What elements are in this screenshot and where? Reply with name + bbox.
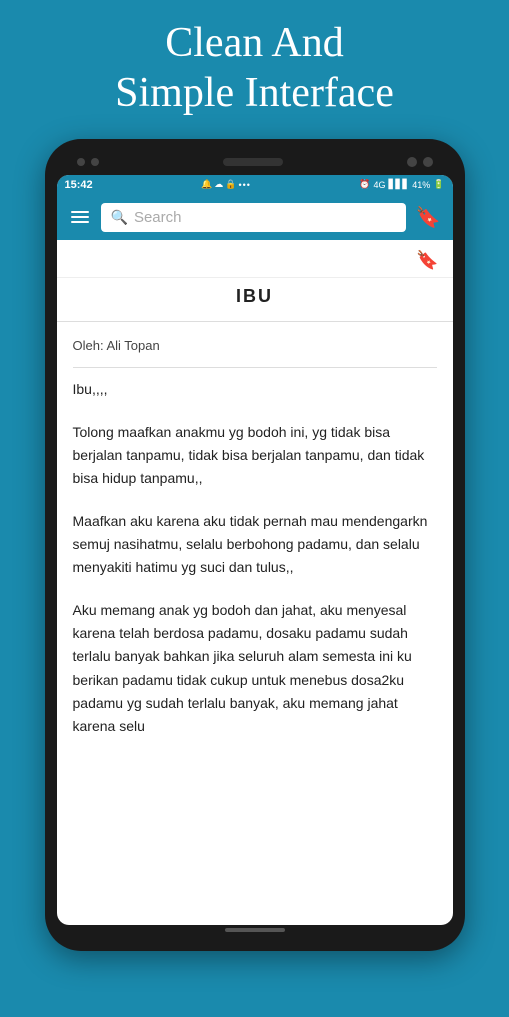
home-indicator (225, 928, 285, 932)
poem-bookmark-icon[interactable]: 🔖 (416, 250, 438, 271)
poem-author: Oleh: Ali Topan (73, 336, 437, 368)
poem-title: IBU (57, 278, 453, 322)
status-dots: ••• (238, 180, 250, 190)
content-area: 🔖 IBU Oleh: Ali Topan Ibu,,,, Tolong maa… (57, 240, 453, 772)
sensor-dot-2 (423, 157, 433, 167)
search-bar[interactable]: 🔍 Search (101, 203, 406, 232)
status-signal: 4G (373, 180, 385, 190)
hamburger-line-1 (71, 211, 89, 213)
phone-bottom-bar (57, 925, 453, 939)
header-title: Clean AndSimple Interface (75, 0, 434, 139)
header-section: Clean AndSimple Interface (75, 0, 434, 139)
hamburger-line-2 (71, 216, 89, 218)
hamburger-line-3 (71, 221, 89, 223)
phone-speaker (223, 158, 283, 166)
camera-dot-2 (91, 158, 99, 166)
status-lock-icon: 🔒 (225, 179, 236, 190)
poem-stanza-1: Ibu,,,, (73, 378, 437, 401)
bookmark-button[interactable]: 🔖 (414, 203, 443, 232)
sensor-dot-1 (407, 157, 417, 167)
poem-stanza-4: Aku memang anak yg bodoh dan jahat, aku … (73, 599, 437, 738)
poem-stanza-3: Maafkan aku karena aku tidak pernah mau … (73, 510, 437, 579)
status-battery-icon: 🔋 (433, 179, 444, 190)
app-toolbar: 🔍 Search 🔖 (57, 195, 453, 240)
search-icon: 🔍 (111, 209, 128, 226)
status-alarm-icon: ⏰ (359, 179, 370, 190)
phone-mockup: 15:42 🔔 ☁ 🔒 ••• ⏰ 4G ▋▋▋ 41% 🔋 (45, 139, 465, 951)
status-cloud-icon: ☁ (214, 179, 223, 190)
status-time: 15:42 (65, 179, 93, 191)
camera-dot-1 (77, 158, 85, 166)
poem-stanza-2: Tolong maafkan anakmu yg bodoh ini, yg t… (73, 421, 437, 490)
hamburger-menu-button[interactable] (67, 209, 93, 225)
status-wifi: ▋▋▋ (388, 179, 409, 190)
phone-sensors (407, 157, 433, 167)
status-bar: 15:42 🔔 ☁ 🔒 ••• ⏰ 4G ▋▋▋ 41% 🔋 (57, 175, 453, 195)
search-input[interactable]: Search (134, 209, 182, 226)
phone-top-bar (57, 151, 453, 175)
phone-camera-area (77, 158, 99, 166)
poem-header: 🔖 (57, 240, 453, 278)
status-battery: 41% (412, 180, 430, 190)
phone-screen: 15:42 🔔 ☁ 🔒 ••• ⏰ 4G ▋▋▋ 41% 🔋 (57, 175, 453, 925)
status-notification-icon: 🔔 (201, 179, 212, 190)
poem-body: Oleh: Ali Topan Ibu,,,, Tolong maafkan a… (57, 322, 453, 772)
status-right-icons: ⏰ 4G ▋▋▋ 41% 🔋 (359, 179, 444, 190)
